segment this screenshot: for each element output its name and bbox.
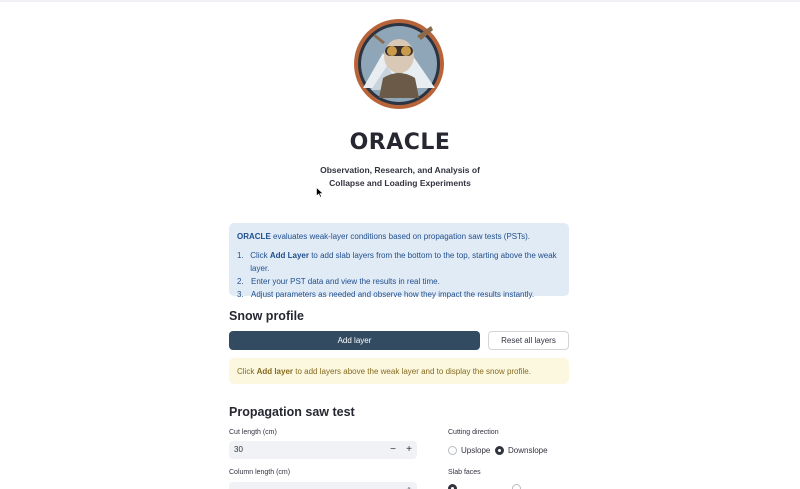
radio-slab-faces-option-1[interactable] bbox=[448, 484, 461, 489]
step-text: Adjust parameters as needed and observe … bbox=[251, 290, 535, 299]
step-text-pre: Click bbox=[250, 251, 270, 260]
step-text-bold: Add Layer bbox=[269, 251, 309, 260]
column-length-input[interactable]: − + bbox=[229, 482, 417, 489]
warning-text-pre: Click bbox=[237, 366, 257, 376]
info-step: 2. Enter your PST data and view the resu… bbox=[237, 275, 561, 288]
mouse-pointer-icon bbox=[316, 187, 324, 198]
cut-length-input[interactable]: 30 − + bbox=[229, 441, 417, 459]
radio-circle-selected[interactable] bbox=[448, 484, 457, 489]
snow-profile-heading: Snow profile bbox=[229, 309, 304, 323]
app-title: ORACLE bbox=[349, 130, 451, 155]
info-brand: ORACLE bbox=[237, 232, 271, 241]
column-length-label: Column length (cm) bbox=[229, 469, 291, 476]
info-steps: 1. Click Add Layer to add slab layers fr… bbox=[237, 249, 561, 301]
radio-upslope-label: Upslope bbox=[461, 446, 491, 455]
cutting-direction-label: Cutting direction bbox=[448, 429, 499, 436]
app-subtitle: Observation, Research, and Analysis of C… bbox=[0, 164, 800, 189]
cut-length-label: Cut length (cm) bbox=[229, 429, 277, 436]
step-number: 1. bbox=[237, 251, 244, 260]
radio-circle-selected[interactable] bbox=[495, 446, 504, 455]
warning-text-bold: Add layer bbox=[256, 366, 294, 376]
minus-icon[interactable]: − bbox=[390, 485, 396, 489]
add-layer-button[interactable]: Add layer bbox=[229, 331, 480, 350]
radio-circle[interactable] bbox=[512, 484, 521, 489]
info-intro-text: evaluates weak-layer conditions based on… bbox=[270, 232, 531, 241]
pst-heading: Propagation saw test bbox=[229, 405, 355, 419]
info-step: 1. Click Add Layer to add slab layers fr… bbox=[237, 249, 561, 275]
radio-downslope-label: Downslope bbox=[508, 446, 548, 455]
top-bar bbox=[0, 0, 800, 2]
warning-text-post: to add layers above the weak layer and t… bbox=[293, 366, 531, 376]
subtitle-line-2: Collapse and Loading Experiments bbox=[329, 177, 471, 188]
step-text: Enter your PST data and view the results… bbox=[251, 277, 440, 286]
slab-faces-label: Slab faces bbox=[448, 469, 481, 476]
minus-icon[interactable]: − bbox=[390, 444, 396, 455]
step-number: 2. bbox=[237, 277, 244, 286]
plus-icon[interactable]: + bbox=[406, 485, 412, 489]
subtitle-line-1: Observation, Research, and Analysis of bbox=[320, 165, 480, 175]
radio-circle[interactable] bbox=[448, 446, 457, 455]
radio-upslope[interactable]: Upslope bbox=[448, 446, 490, 455]
reset-all-layers-button[interactable]: Reset all layers bbox=[488, 331, 569, 350]
info-intro: ORACLE evaluates weak-layer conditions b… bbox=[237, 232, 561, 241]
plus-icon[interactable]: + bbox=[406, 444, 412, 455]
info-step: 3. Adjust parameters as needed and obser… bbox=[237, 288, 561, 301]
snow-profile-warning: Click Add layer to add layers above the … bbox=[229, 358, 569, 384]
radio-downslope[interactable]: Downslope bbox=[495, 446, 548, 455]
radio-slab-faces-option-2[interactable] bbox=[512, 484, 525, 489]
cut-length-value[interactable]: 30 bbox=[234, 445, 243, 454]
step-number: 3. bbox=[237, 290, 244, 299]
oracle-logo bbox=[354, 19, 444, 109]
info-box: ORACLE evaluates weak-layer conditions b… bbox=[229, 223, 569, 299]
